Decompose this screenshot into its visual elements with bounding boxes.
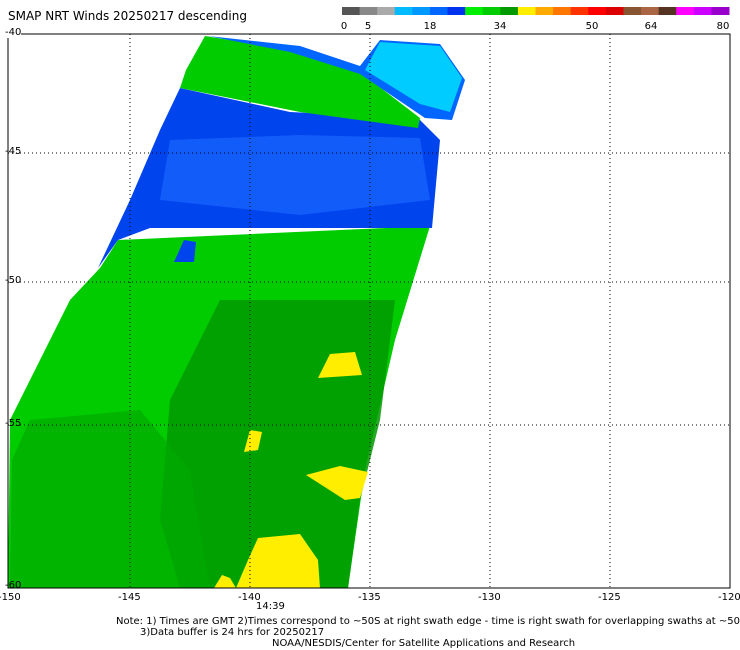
colorbar-label: 50 <box>585 21 599 32</box>
y-tick-label: -60 <box>5 580 22 591</box>
colorbar-label: 5 <box>364 21 372 32</box>
y-tick-label: -40 <box>5 27 22 38</box>
colorbar-label: 80 <box>716 21 730 32</box>
time-label: 14:39 <box>256 601 285 612</box>
x-tick-label: -120 <box>718 592 740 603</box>
y-tick-label: -55 <box>5 418 22 429</box>
colorbar-segment <box>465 7 484 15</box>
colorbar-segment <box>412 7 431 15</box>
colorbar-segment <box>517 7 536 15</box>
y-tick-label: -45 <box>5 146 22 157</box>
colorbar-label: 64 <box>644 21 658 32</box>
colorbar-segment <box>605 7 624 15</box>
x-tick-label: -125 <box>598 592 621 603</box>
colorbar-label: 34 <box>493 21 507 32</box>
colorbar-segment <box>377 7 396 15</box>
colorbar <box>342 7 730 15</box>
note-line-1: Note: 1) Times are GMT 2)Times correspon… <box>116 616 740 627</box>
y-tick-label: -50 <box>5 275 22 286</box>
x-tick-label: -150 <box>0 592 21 603</box>
note-line-2: 3)Data buffer is 24 hrs for 20250217 <box>140 627 325 638</box>
wind-swath <box>8 36 465 588</box>
colorbar-segment <box>570 7 589 15</box>
colorbar-segment <box>588 7 607 15</box>
colorbar-segment <box>641 7 660 15</box>
colorbar-segment <box>553 7 572 15</box>
x-tick-label: -130 <box>478 592 501 603</box>
x-tick-label: -145 <box>118 592 141 603</box>
colorbar-segment <box>359 7 378 15</box>
colorbar-segment <box>447 7 466 15</box>
colorbar-segment <box>535 7 554 15</box>
colorbar-segment <box>676 7 695 15</box>
note-line-3: NOAA/NESDIS/Center for Satellite Applica… <box>272 638 576 649</box>
colorbar-segment <box>429 7 449 15</box>
swath-blue-light <box>160 135 430 215</box>
x-tick-label: -135 <box>358 592 381 603</box>
colorbar-label: 18 <box>423 21 437 32</box>
wind-map <box>7 7 731 589</box>
colorbar-segment <box>658 7 677 15</box>
colorbar-segment <box>394 7 413 15</box>
colorbar-segment <box>500 7 519 15</box>
colorbar-segment <box>482 7 501 15</box>
colorbar-label: 0 <box>340 21 348 32</box>
colorbar-segment <box>693 7 712 15</box>
colorbar-segment <box>623 7 642 15</box>
colorbar-segment <box>711 7 730 15</box>
colorbar-segment <box>342 7 361 15</box>
